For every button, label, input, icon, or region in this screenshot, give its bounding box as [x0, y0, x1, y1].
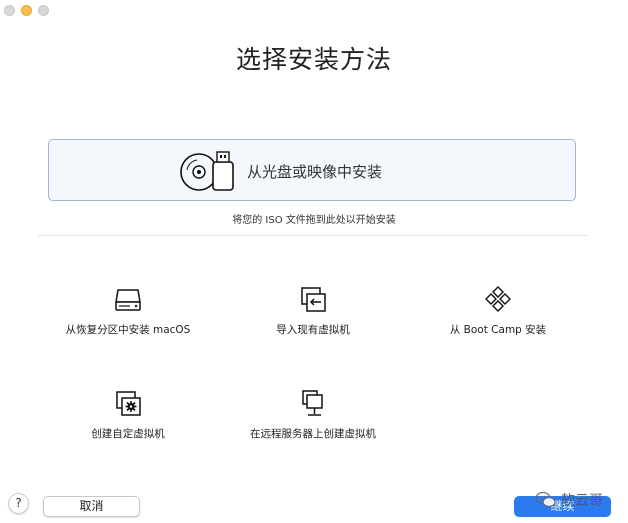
option-label: 从 Boot Camp 安装 — [449, 324, 547, 336]
create-remote-vm-option[interactable]: 在远程服务器上创建虚拟机 — [213, 390, 413, 441]
dropzone-label: 从光盘或映像中安装 — [247, 163, 383, 181]
help-button[interactable]: ? — [8, 493, 29, 514]
install-from-bootcamp-option[interactable]: 从 Boot Camp 安装 — [398, 286, 598, 337]
close-window-button[interactable] — [4, 5, 15, 16]
page-title: 选择安装方法 — [235, 45, 392, 74]
continue-button[interactable]: 继续 — [514, 496, 611, 517]
zoom-window-button[interactable] — [38, 5, 49, 16]
install-from-disc-dropzone[interactable]: 从光盘或映像中安装 — [48, 139, 576, 201]
option-label: 导入现有虚拟机 — [276, 324, 350, 336]
create-custom-vm-option[interactable]: 创建自定虚拟机 — [28, 390, 228, 441]
custom-vm-icon — [116, 391, 141, 416]
minimize-window-button[interactable] — [21, 5, 32, 16]
import-vm-icon — [301, 287, 326, 312]
divider — [38, 235, 588, 236]
dropzone-hint: 将您的 ISO 文件拖到此处以开始安装 — [232, 215, 396, 226]
remote-server-icon — [302, 390, 323, 416]
disc-usb-icon — [180, 151, 234, 191]
bootcamp-diamond-icon — [485, 286, 511, 312]
cancel-button[interactable]: 取消 — [43, 496, 140, 517]
option-label: 从恢复分区中安装 macOS — [65, 324, 191, 336]
option-label: 创建自定虚拟机 — [91, 428, 165, 440]
hard-drive-icon — [115, 289, 141, 311]
install-from-recovery-option[interactable]: 从恢复分区中安装 macOS — [28, 286, 228, 337]
option-label: 在远程服务器上创建虚拟机 — [250, 428, 376, 440]
window-controls — [4, 5, 49, 16]
import-existing-vm-option[interactable]: 导入现有虚拟机 — [213, 286, 413, 337]
